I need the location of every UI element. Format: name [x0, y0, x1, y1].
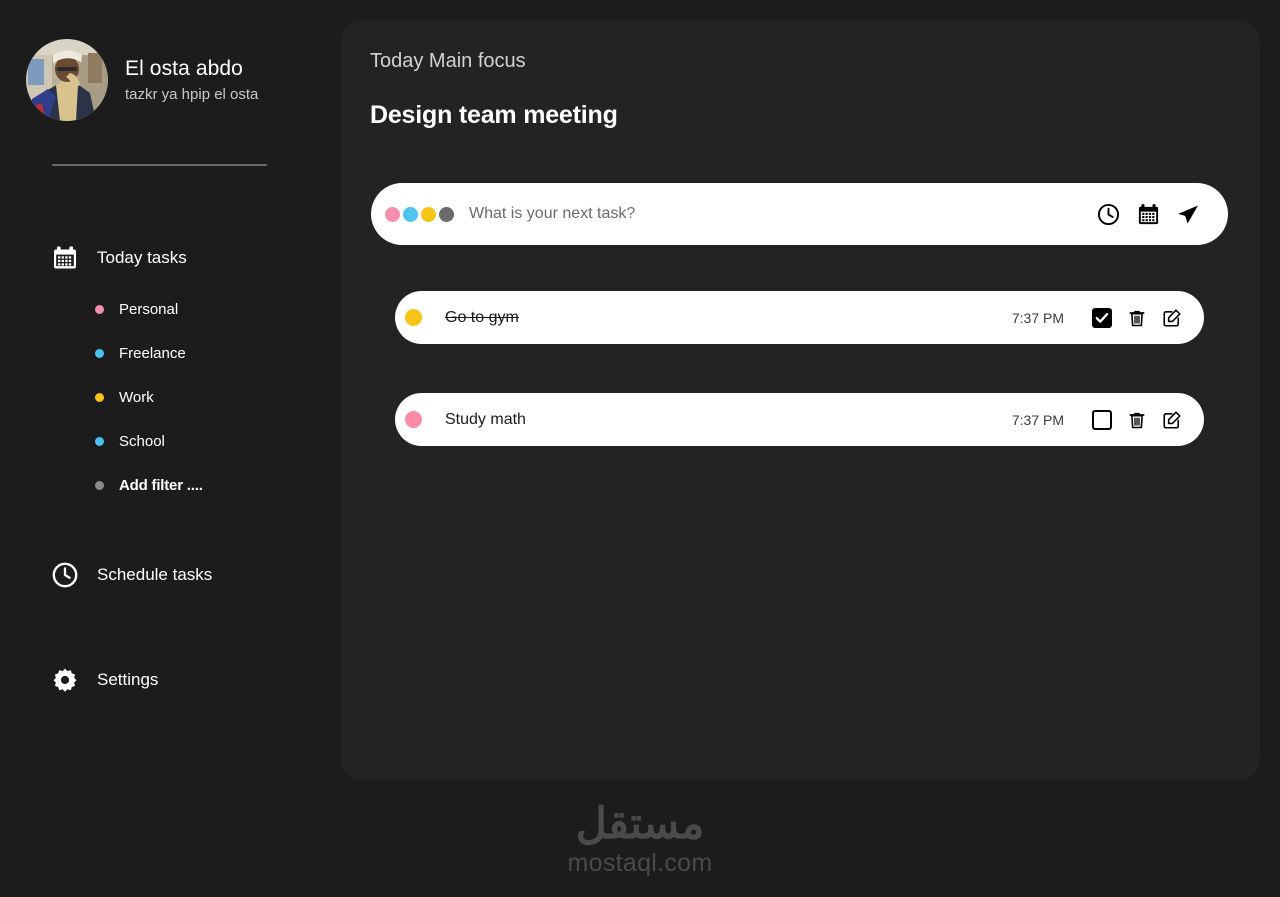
task-actions: [1092, 409, 1182, 430]
color-dot-freelance[interactable]: [403, 206, 418, 222]
profile-name: El osta abdo: [125, 57, 243, 80]
sidebar-item-today-tasks[interactable]: Today tasks: [0, 237, 341, 279]
color-dot-personal[interactable]: [385, 206, 400, 222]
sidebar-divider: [52, 164, 267, 166]
profile-block[interactable]: El osta abdo tazkr ya hpip el osta: [26, 39, 258, 121]
filter-item-add-filter[interactable]: Add filter ....: [0, 463, 341, 507]
task-title: Study math: [445, 410, 526, 428]
watermark-latin: mostaql.com: [567, 849, 713, 878]
dot-icon: [95, 348, 104, 358]
dot-icon: [95, 436, 104, 446]
task-row[interactable]: Study math 7:37 PM: [395, 393, 1204, 446]
task-time: 7:37 PM: [1011, 309, 1064, 326]
filter-item-freelance[interactable]: Freelance: [0, 331, 341, 375]
filter-label: Add filter ....: [119, 476, 203, 494]
profile-subtitle: tazkr ya hpip el osta: [125, 86, 259, 103]
calendar-icon[interactable]: [1136, 202, 1160, 226]
task-time: 7:37 PM: [1011, 411, 1064, 428]
filter-label: School: [119, 432, 165, 450]
task-composer[interactable]: [371, 183, 1228, 245]
sidebar-item-schedule-tasks[interactable]: Schedule tasks: [0, 554, 341, 596]
filter-label: Freelance: [119, 344, 186, 362]
task-title: Go to gym: [445, 308, 519, 326]
dot-icon: [95, 392, 104, 402]
edit-icon[interactable]: [1161, 307, 1182, 328]
page-title: Design team meeting: [370, 101, 618, 129]
task-row[interactable]: Go to gym 7:37 PM: [395, 291, 1204, 344]
sidebar-item-label: Today tasks: [97, 248, 187, 267]
sidebar-item-settings[interactable]: Settings: [0, 659, 341, 701]
task-color-dot: [405, 309, 422, 326]
sidebar-item-label: Schedule tasks: [97, 565, 213, 584]
new-task-input[interactable]: [469, 205, 1096, 223]
sidebar-nav: Today tasks Personal Freelance Work Scho…: [0, 237, 341, 701]
filter-list: Personal Freelance Work School Add filte…: [0, 287, 341, 507]
sidebar-item-label: Settings: [97, 670, 159, 689]
filter-item-work[interactable]: Work: [0, 375, 341, 419]
color-dot-other[interactable]: [439, 206, 454, 222]
calendar-icon: [52, 245, 78, 271]
focus-label: Today Main focus: [370, 50, 526, 72]
clock-icon: [52, 562, 78, 588]
color-dot-work[interactable]: [421, 206, 436, 222]
avatar: [26, 39, 108, 121]
composer-actions: [1096, 202, 1200, 226]
dot-icon: [95, 304, 104, 314]
trash-icon[interactable]: [1126, 409, 1147, 430]
filter-label: Personal: [119, 300, 179, 318]
filter-label: Work: [119, 388, 154, 406]
task-checkbox[interactable]: [1092, 307, 1112, 328]
task-checkbox[interactable]: [1092, 409, 1112, 430]
watermark: مستقل mostaql.com: [0, 800, 1280, 878]
send-icon[interactable]: [1176, 202, 1200, 226]
trash-icon[interactable]: [1126, 307, 1147, 328]
composer-color-picker[interactable]: [385, 206, 454, 222]
gear-icon: [52, 667, 78, 693]
dot-icon: [95, 480, 104, 490]
task-color-dot: [405, 411, 422, 428]
sidebar: El osta abdo tazkr ya hpip el osta Today…: [0, 0, 341, 897]
edit-icon[interactable]: [1161, 409, 1182, 430]
clock-icon[interactable]: [1096, 202, 1120, 226]
filter-item-personal[interactable]: Personal: [0, 287, 341, 331]
watermark-arabic: مستقل: [575, 800, 705, 848]
profile-text: El osta abdo tazkr ya hpip el osta: [125, 57, 258, 103]
main-panel: Today Main focus Design team meeting Wha…: [341, 20, 1260, 781]
filter-item-school[interactable]: School: [0, 419, 341, 463]
task-actions: [1092, 307, 1182, 328]
